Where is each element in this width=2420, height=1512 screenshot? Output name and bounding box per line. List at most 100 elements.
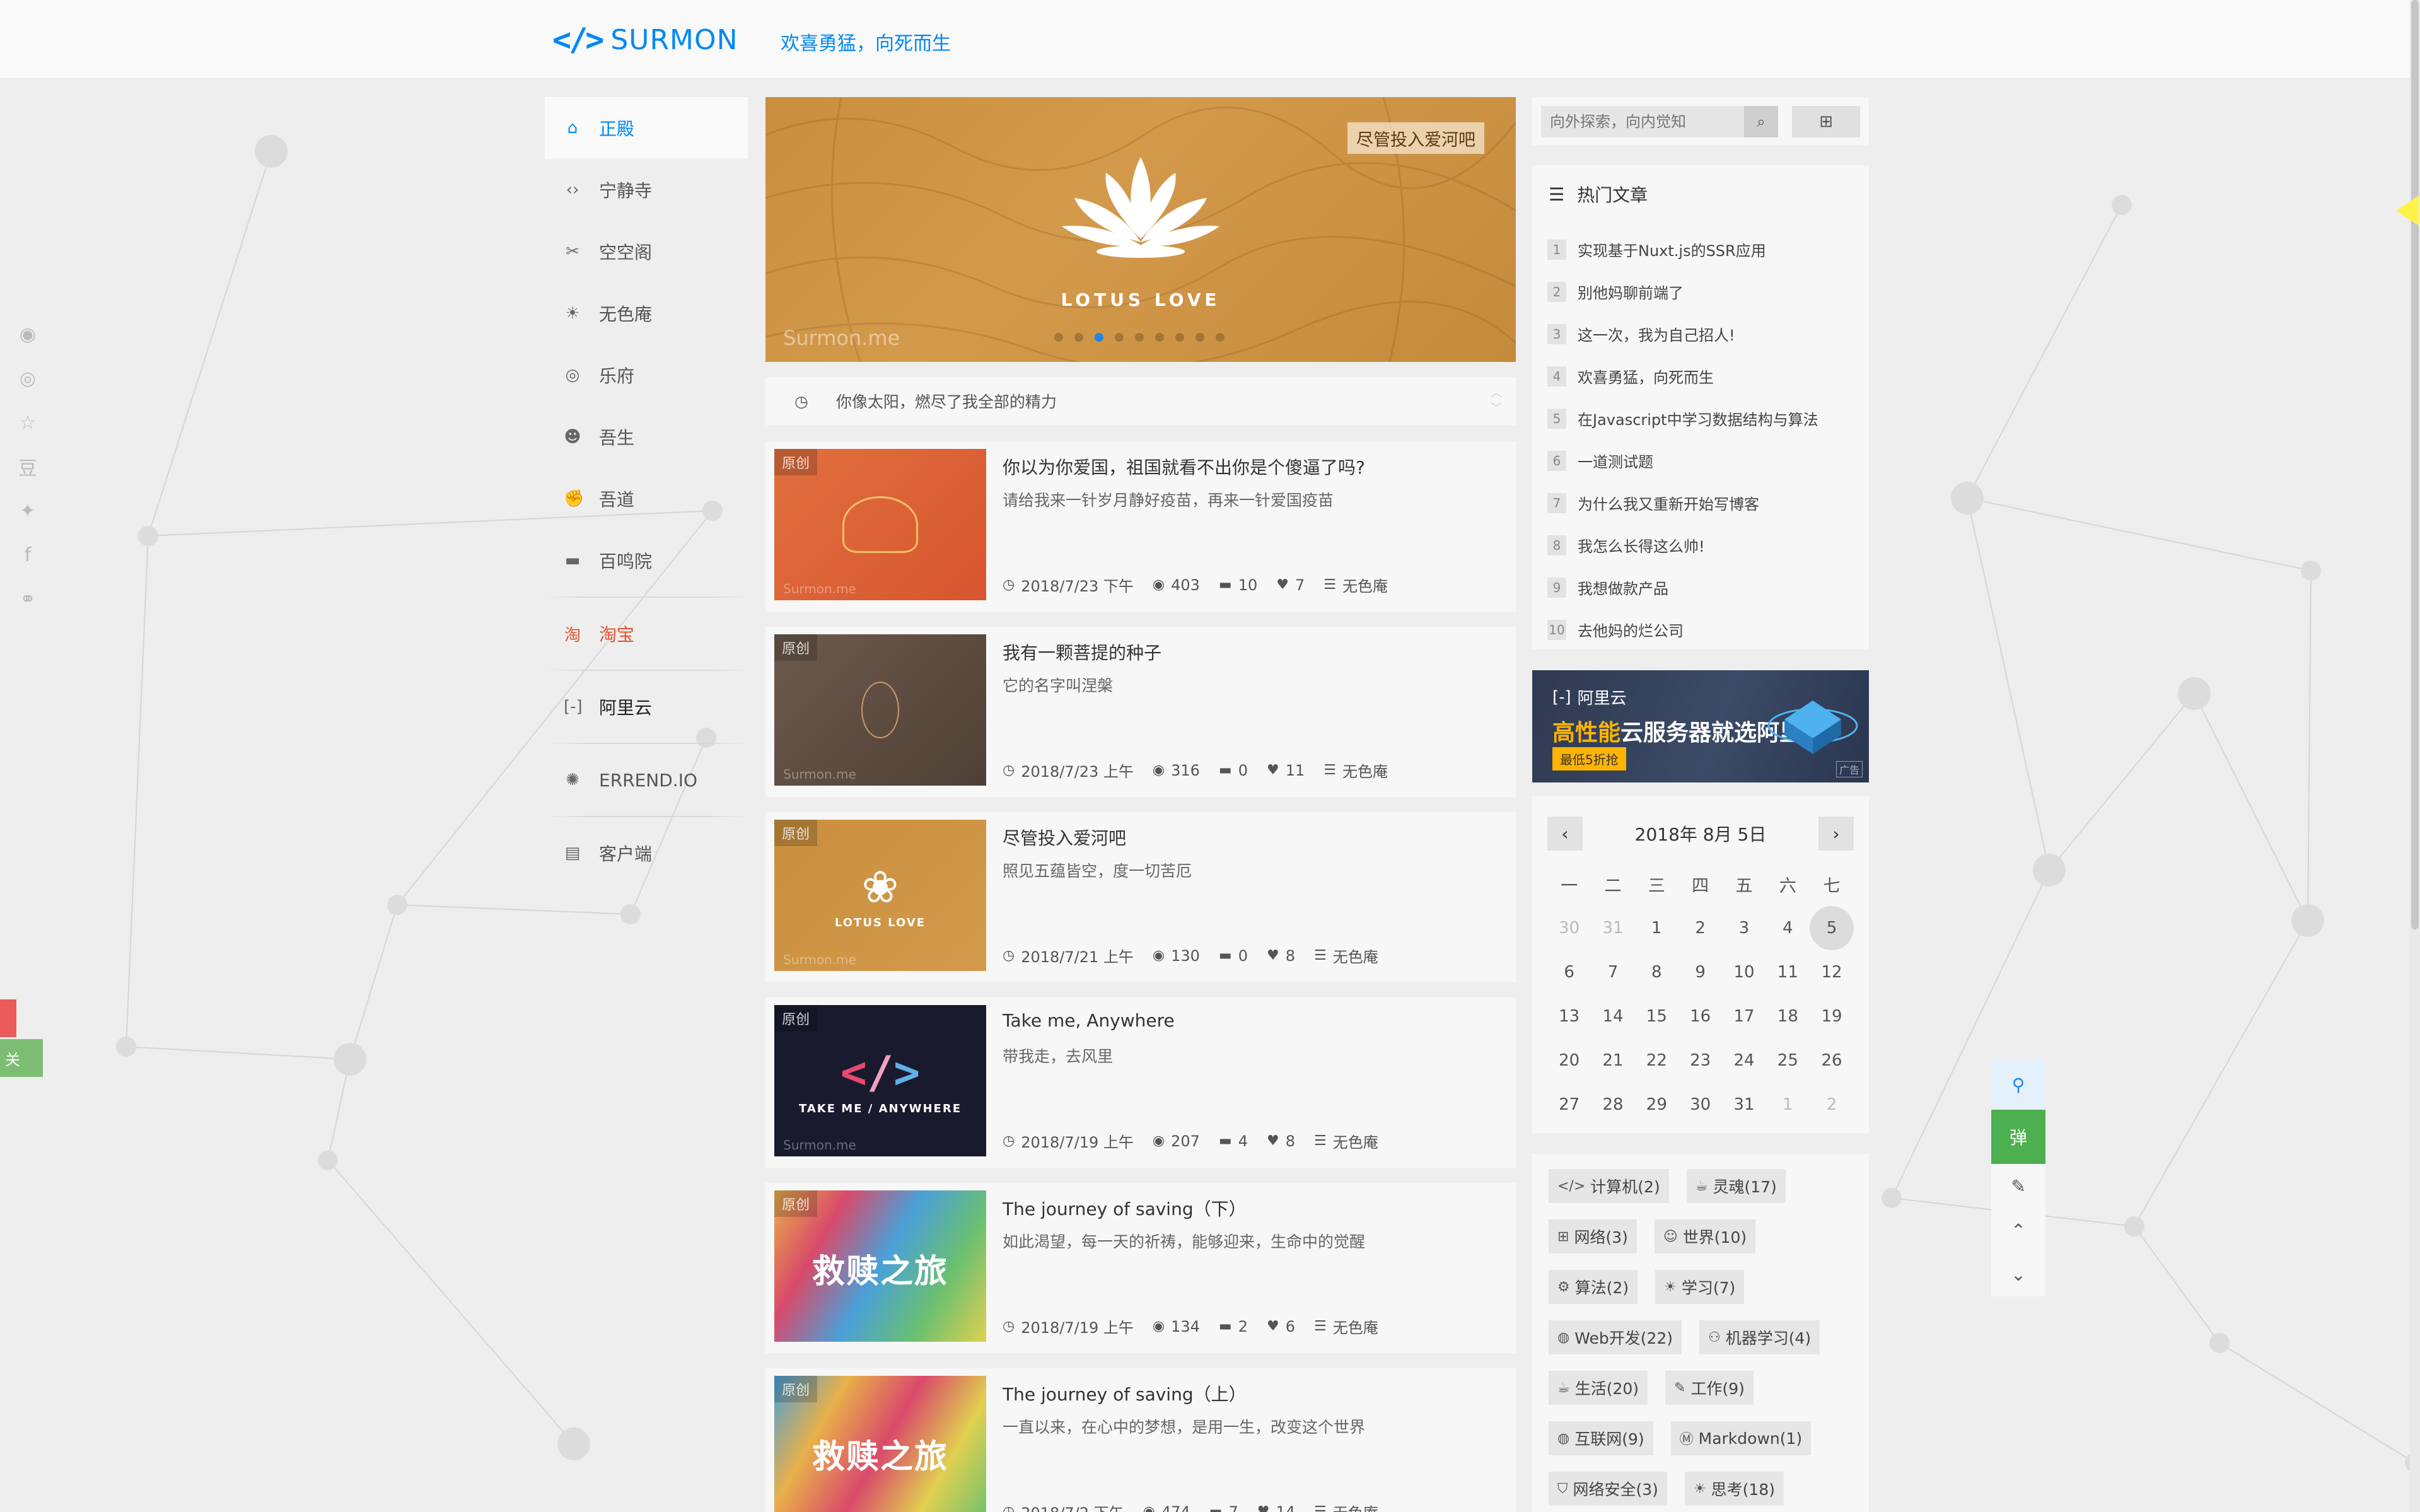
nav-item-6[interactable]: ☻ 吾生 (545, 406, 748, 468)
tag-item[interactable]: ⚇ 机器学习(4) (1699, 1320, 1820, 1354)
calendar-day[interactable]: 31 (1591, 906, 1634, 950)
article-category-item[interactable]: ☰ 无色庵 (1314, 1501, 1378, 1512)
article-card[interactable]: 原创 Surmon.me 你以为你爱国，祖国就看不出你是个傻逼了吗? 请给我来一针岁月… (765, 441, 1516, 612)
calendar-day[interactable]: 30 (1547, 906, 1591, 950)
calendar-day[interactable]: 22 (1635, 1038, 1678, 1083)
nav-item-4[interactable]: ☀ 无色庵 (545, 282, 748, 344)
scroll-top-tool[interactable]: ⌃ (1991, 1208, 2045, 1252)
announcement-switch[interactable]: ︿ ﹀ (1491, 386, 1502, 416)
link-icon[interactable]: ⚭ (15, 577, 40, 621)
article-thumbnail[interactable]: 救赎之旅 原创 (774, 1376, 986, 1512)
calendar-next-button[interactable]: › (1818, 817, 1854, 851)
calendar-day[interactable]: 18 (1766, 994, 1810, 1038)
weibo-icon[interactable]: ◎ (15, 356, 40, 400)
carousel-caption[interactable]: 尽管投入爱河吧 (1347, 122, 1484, 154)
carousel-dot[interactable] (1115, 333, 1124, 342)
tag-item[interactable]: ☕ 灵魂(17) (1686, 1169, 1786, 1203)
calendar-day[interactable]: 3 (1722, 906, 1766, 950)
hot-article-item[interactable]: 6 一道测试题 (1547, 439, 1863, 482)
calendar-day[interactable]: 1 (1766, 1083, 1810, 1127)
calendar-day[interactable]: 21 (1591, 1038, 1634, 1083)
calendar-day-today[interactable]: 5 (1810, 906, 1854, 950)
tag-item[interactable]: ◍ Web开发(22) (1549, 1320, 1682, 1354)
article-title[interactable]: The journey of saving（下） (1003, 1195, 1247, 1221)
carousel-dot-active[interactable] (1095, 333, 1103, 342)
calendar-day[interactable]: 14 (1591, 994, 1634, 1038)
article-title[interactable]: 我有一颗菩提的种子 (1003, 639, 1161, 665)
tag-item[interactable]: ⛉ 网络安全(3) (1549, 1472, 1667, 1506)
hot-article-item[interactable]: 3 这一次，我为自己招人! (1547, 313, 1863, 355)
carousel-dot[interactable] (1195, 333, 1204, 342)
article-thumbnail[interactable]: 原创 Surmon.me (774, 449, 986, 600)
star-icon[interactable]: ☆ (15, 400, 40, 445)
nav-item-12[interactable]: ▤ 客户端 (545, 822, 748, 884)
calendar-day[interactable]: 11 (1766, 950, 1810, 994)
nav-item-11[interactable]: ✺ ERREND.IO (545, 749, 748, 811)
douban-icon[interactable]: 豆 (15, 445, 40, 489)
calendar-day[interactable]: 8 (1635, 950, 1678, 994)
article-thumbnail[interactable]: </> TAKE ME / ANYWHERE 原创 Surmon.me (774, 1005, 986, 1156)
tag-item[interactable]: ☀ 思考(18) (1684, 1472, 1784, 1506)
calendar-day[interactable]: 20 (1547, 1038, 1591, 1083)
aliyun-ad[interactable]: [-] 阿里云 高性能云服务器就选阿里云 最低5折抢 广告 (1532, 670, 1869, 782)
chevron-down-icon[interactable]: ﹀ (1491, 401, 1502, 416)
article-thumbnail[interactable]: 救赎之旅 原创 (774, 1190, 986, 1342)
article-card[interactable]: 原创 Surmon.me 我有一颗菩提的种子 它的名字叫涅槃 ◷ 2018/7/23 上午… (765, 627, 1516, 797)
nav-item-7[interactable]: ✊ 吾道 (545, 468, 748, 530)
calendar-day[interactable]: 24 (1722, 1038, 1766, 1083)
calendar-prev-button[interactable]: ‹ (1547, 817, 1583, 851)
calendar-day[interactable]: 17 (1722, 994, 1766, 1038)
hot-article-item[interactable]: 10 去他妈的烂公司 (1547, 608, 1863, 651)
calendar-day[interactable]: 1 (1635, 906, 1678, 950)
article-card[interactable]: </> TAKE ME / ANYWHERE 原创 Surmon.me Take me,… (765, 997, 1516, 1168)
hot-article-item[interactable]: 2 别他妈聊前端了 (1547, 270, 1863, 313)
article-category-item[interactable]: ☰ 无色庵 (1323, 574, 1388, 596)
hot-article-item[interactable]: 8 我怎么长得这么帅! (1547, 524, 1863, 566)
nav-item-8[interactable]: ▬ 百鸣院 (545, 530, 748, 591)
article-category-item[interactable]: ☰ 无色庵 (1323, 759, 1388, 781)
tag-item[interactable]: ⊞ 网络(3) (1549, 1219, 1637, 1253)
calendar-day[interactable]: 28 (1591, 1083, 1634, 1127)
search-button[interactable]: ⌕ (1744, 106, 1778, 137)
location-tool[interactable]: ⚲ (1991, 1059, 2045, 1110)
article-title[interactable]: The journey of saving（上） (1003, 1381, 1247, 1406)
nav-item-2[interactable]: ‹› 宁静寺 (545, 159, 748, 221)
tag-item[interactable]: ☀ 学习(7) (1655, 1270, 1745, 1304)
page-scrollbar-thumb[interactable] (2411, 0, 2419, 929)
article-card[interactable]: 救赎之旅 原创 The journey of saving（下） 如此渴望，每一天的祈… (765, 1183, 1516, 1353)
scroll-bottom-tool[interactable]: ⌄ (1991, 1252, 2045, 1296)
calendar-day[interactable]: 2 (1810, 1083, 1854, 1127)
article-category-item[interactable]: ☰ 无色庵 (1314, 945, 1378, 967)
nav-item-10[interactable]: [-] 阿里云 (545, 676, 748, 738)
hot-article-item[interactable]: 5 在Javascript中学习数据结构与算法 (1547, 397, 1863, 439)
tag-item[interactable]: ✎ 工作(9) (1665, 1371, 1754, 1405)
nav-item-1[interactable]: ⌂ 正殿 (545, 97, 748, 159)
site-logo[interactable]: </> SURMON (552, 21, 738, 58)
follow-tab[interactable]: 关 (0, 1039, 43, 1077)
nav-item-3[interactable]: ✂ 空空阁 (545, 221, 748, 282)
carousel-dot[interactable] (1216, 333, 1225, 342)
hot-article-item[interactable]: 4 欢喜勇猛，向死而生 (1547, 355, 1863, 397)
feedback-tool[interactable]: ✎ (1991, 1164, 2045, 1208)
calendar-day[interactable]: 7 (1591, 950, 1634, 994)
tag-item[interactable]: ◍ 互联网(9) (1549, 1421, 1653, 1455)
announcement-bar[interactable]: ◷ 你像太阳，燃尽了我全部的精力 ︿ ﹀ (765, 377, 1516, 425)
calendar-day[interactable]: 15 (1635, 994, 1678, 1038)
calendar-day[interactable]: 9 (1678, 950, 1722, 994)
calendar-day[interactable]: 30 (1678, 1083, 1722, 1127)
sitemap-button[interactable]: ⊞ (1792, 106, 1860, 137)
carousel-dot[interactable] (1135, 333, 1144, 342)
hot-article-item[interactable]: 7 为什么我又重新开始写博客 (1547, 482, 1863, 524)
carousel-dot[interactable] (1074, 333, 1083, 342)
article-card[interactable]: ❀ LOTUS LOVE 原创 Surmon.me 尽管投入爱河吧 照见五蕴皆空，度一切苦… (765, 812, 1516, 982)
article-category-item[interactable]: ☰ 无色庵 (1314, 1130, 1378, 1152)
calendar-day[interactable]: 31 (1722, 1083, 1766, 1127)
calendar-day[interactable]: 26 (1810, 1038, 1854, 1083)
facebook-icon[interactable]: f (15, 533, 40, 577)
featured-carousel[interactable]: 尽管投入爱河吧 LOTUS LOVE Surmon.me (765, 97, 1516, 362)
article-title[interactable]: 尽管投入爱河吧 (1003, 825, 1126, 850)
article-title[interactable]: 你以为你爱国，祖国就看不出你是个傻逼了吗? (1003, 454, 1365, 479)
hot-article-item[interactable]: 9 我想做款产品 (1547, 566, 1863, 608)
chevron-up-icon[interactable]: ︿ (1491, 386, 1502, 401)
article-thumbnail[interactable]: ❀ LOTUS LOVE 原创 Surmon.me (774, 820, 986, 971)
